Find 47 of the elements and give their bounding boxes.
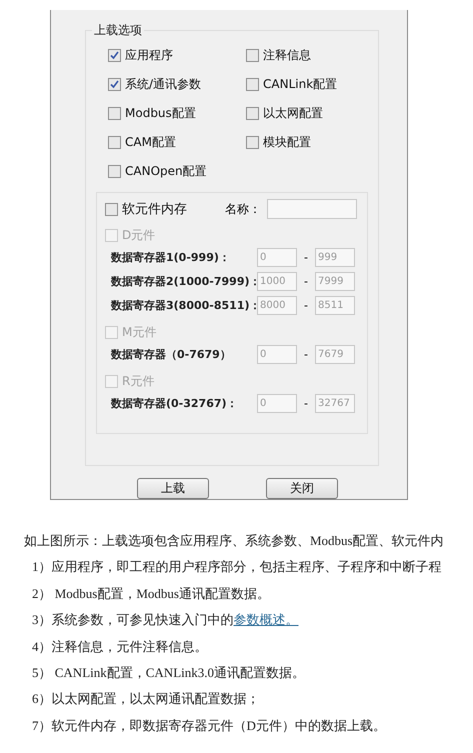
- dialog-button[interactable]: 上载: [137, 478, 209, 499]
- list-item: 3）系统参数，可参见快速入门中的: [32, 612, 234, 628]
- group-title: 上载选项: [92, 22, 144, 39]
- checkbox-label: CAM配置: [125, 134, 176, 151]
- checkbox-label: 注释信息: [263, 47, 311, 64]
- range-dash: -: [303, 275, 309, 288]
- checkbox-label: 模块配置: [263, 134, 311, 151]
- list-item: 5） CANLink配置，CANLink3.0通讯配置数据。: [31, 664, 306, 682]
- name-field[interactable]: [267, 199, 357, 219]
- name-label: 名称：: [225, 200, 261, 218]
- checkbox[interactable]: [108, 78, 121, 91]
- checkbox-label: Modbus配置: [125, 105, 196, 122]
- checkbox-label: 应用程序: [125, 47, 173, 64]
- checkbox-label: CANOpen配置: [125, 163, 207, 180]
- register-label: 数据寄存器2(1000-7999)：: [111, 274, 257, 289]
- list-item: 6）以太网配置，以太网通讯配置数据；: [31, 690, 260, 708]
- checkbox[interactable]: [246, 107, 259, 120]
- checkbox[interactable]: [108, 49, 121, 62]
- range-dash: -: [303, 397, 309, 410]
- register-label: 数据寄存器3(8000-8511)：: [111, 298, 257, 313]
- checkbox[interactable]: [108, 165, 121, 178]
- register-label: 数据寄存器1(0-999)：: [111, 250, 231, 265]
- checkbox-label: CANLink配置: [263, 76, 338, 93]
- range-dash: -: [303, 348, 309, 361]
- checkbox[interactable]: [108, 136, 121, 149]
- range-dash: -: [303, 251, 309, 264]
- register-label: 数据寄存器(0-32767)：: [111, 396, 239, 411]
- paragraph: 如上图所示：上载选项包含应用程序、系统参数、Modbus配置、软元件内: [24, 532, 445, 550]
- checkbox[interactable]: [246, 49, 259, 62]
- checkbox-label: M元件: [122, 324, 156, 341]
- range-dash: -: [303, 299, 309, 312]
- checkbox-label: 软元件内存: [122, 201, 187, 218]
- dialog-button[interactable]: 关闭: [266, 478, 338, 499]
- checkbox[interactable]: [105, 202, 118, 216]
- checkbox-label: R元件: [122, 373, 154, 390]
- link[interactable]: 参数概述。: [234, 612, 298, 628]
- checkbox-label: 系统/通讯参数: [125, 76, 202, 93]
- checkbox-label: D元件: [122, 227, 156, 244]
- register-label: 数据寄存器（0-7679）: [111, 347, 232, 362]
- checkbox-label: 以太网配置: [263, 105, 323, 122]
- list-item: 2） Modbus配置，Modbus通讯配置数据。: [31, 584, 271, 603]
- list-item: 1）应用程序，即工程的用户程序部分，包括主程序、子程序和中断子程: [31, 558, 442, 576]
- checkbox[interactable]: [108, 107, 121, 120]
- list-item: 4）注释信息，元件注释信息。: [31, 638, 208, 656]
- checkbox[interactable]: [246, 136, 259, 149]
- list-item: 7）软元件内存，即数据寄存器元件（D元件）中的数据上载。: [31, 716, 387, 735]
- checkbox[interactable]: [246, 78, 259, 91]
